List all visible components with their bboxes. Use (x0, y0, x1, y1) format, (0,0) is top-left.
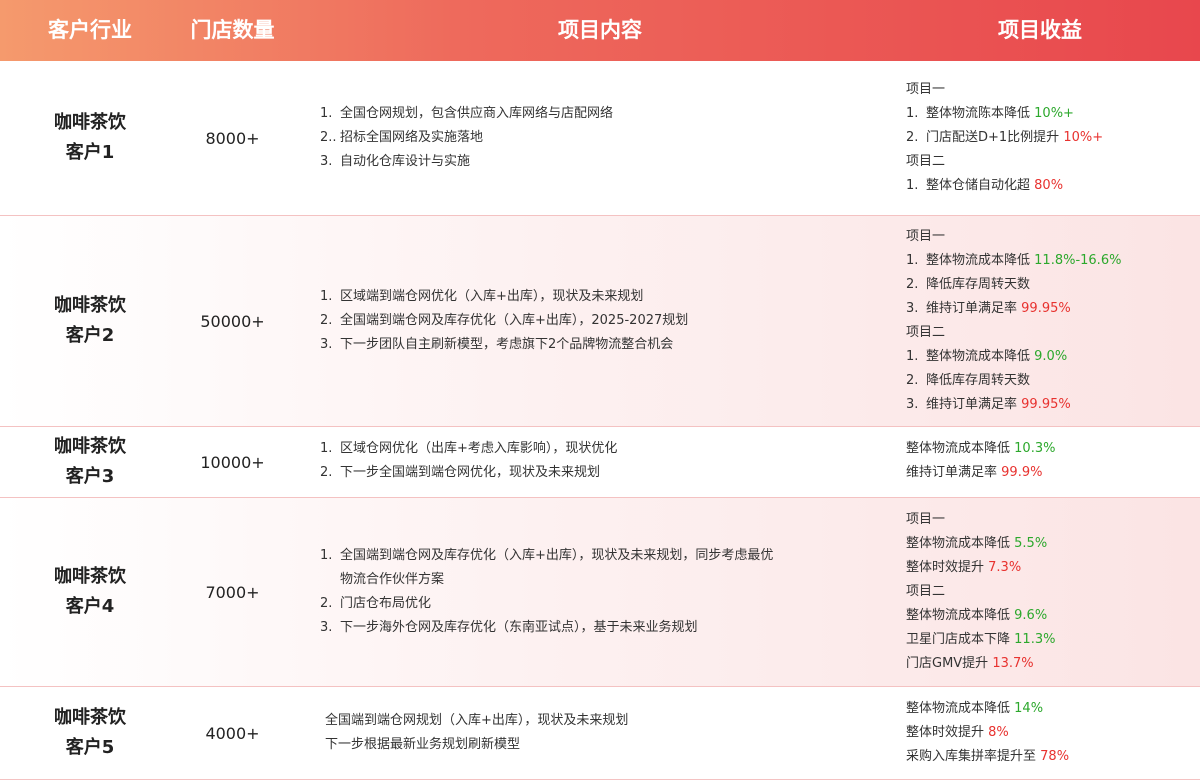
industry-cell: 咖啡茶饮客户3 (0, 427, 180, 497)
customer-label: 客户4 (65, 596, 115, 617)
benefit-item: 维持订单满足率 99.9% (906, 465, 1043, 480)
benefit-heading: 项目二 (906, 325, 946, 340)
benefit-value: 11.3% (1014, 632, 1056, 647)
content-item: 1. 区域端到端仓网优化（入库+出库），现状及未来规划 (320, 289, 644, 304)
content-item: 3. 下一步团队自主刷新模型，考虑旗下2个品牌物流整合机会 (320, 337, 674, 352)
benefit-value: 14% (1014, 701, 1044, 716)
project-benefit: 项目一 整体物流成本降低 5.5% 整体时效提升 7.3% 项目二 整体物流成本… (906, 498, 1196, 686)
benefit-item: 2. 降低库存周转天数 (906, 373, 1031, 388)
header-industry: 客户行业 (48, 18, 132, 42)
table-row: 咖啡茶饮客户1 8000+ 1. 全国仓网规划，包含供应商入库网络与店配网络 2.… (0, 61, 1200, 215)
benefit-item: 卫星门店成本下降 11.3% (906, 632, 1056, 647)
benefit-item: 2. 门店配送D+1比例提升 10%+ (906, 130, 1104, 145)
row-divider (0, 779, 1200, 780)
store-count: 8000+ (205, 128, 260, 148)
customer-label: 客户5 (65, 737, 115, 758)
project-benefit: 整体物流成本降低 14% 整体时效提升 8% 采购入库集拼率提升至 78% (906, 687, 1196, 779)
benefit-value: 10%+ (1063, 130, 1104, 145)
customer-label: 客户3 (65, 466, 115, 487)
benefit-value: 11.8%-16.6% (1034, 253, 1122, 268)
benefit-value: 99.95% (1021, 397, 1071, 412)
store-count: 10000+ (200, 452, 265, 472)
industry-cell: 咖啡茶饮客户2 (0, 216, 180, 426)
content-item: 3. 下一步海外仓网及库存优化（东南亚试点），基于未来业务规划 (320, 620, 698, 635)
benefit-item: 整体时效提升 7.3% (906, 560, 1022, 575)
benefit-item: 门店GMV提升 13.7% (906, 656, 1034, 671)
benefit-item: 3. 维持订单满足率 99.95% (906, 301, 1071, 316)
benefit-value: 99.95% (1021, 301, 1071, 316)
benefit-item: 1. 整体物流成本降低 9.0% (906, 349, 1068, 364)
benefit-value: 9.0% (1034, 349, 1068, 364)
benefit-item: 1. 整体仓储自动化超 80% (906, 178, 1064, 193)
industry-label: 咖啡茶饮 (54, 436, 126, 457)
industry-cell: 咖啡茶饮客户5 (0, 687, 180, 779)
table-row: 咖啡茶饮客户4 7000+ 1. 全国端到端仓网及库存优化（入库+出库），现状及未… (0, 498, 1200, 686)
benefit-heading: 项目一 (906, 82, 946, 97)
project-benefit: 整体物流成本降低 10.3% 维持订单满足率 99.9% (906, 427, 1196, 497)
industry-label: 咖啡茶饮 (54, 295, 126, 316)
benefit-item: 采购入库集拼率提升至 78% (906, 749, 1070, 764)
benefit-heading: 项目一 (906, 229, 946, 244)
benefit-value: 5.5% (1014, 536, 1048, 551)
benefit-item: 1. 整体物流陈本降低 10%+ (906, 106, 1074, 121)
benefit-item: 整体物流成本降低 5.5% (906, 536, 1048, 551)
industry-label: 咖啡茶饮 (54, 112, 126, 133)
content-item: 1. 全国端到端仓网及库存优化（入库+出库），现状及未来规划，同步考虑最优 (320, 548, 774, 563)
project-content: 1. 全国仓网规划，包含供应商入库网络与店配网络 2.. 招标全国网络及实施落地 3… (320, 61, 880, 215)
customer-label: 客户2 (65, 325, 115, 346)
store-count: 50000+ (200, 311, 265, 331)
industry-cell: 咖啡茶饮客户4 (0, 498, 180, 686)
benefit-value: 9.6% (1014, 608, 1048, 623)
benefit-value: 10.3% (1014, 441, 1056, 456)
benefit-item: 整体物流成本降低 14% (906, 701, 1044, 716)
benefit-heading: 项目一 (906, 512, 946, 527)
table-row: 咖啡茶饮客户2 50000+ 1. 区域端到端仓网优化（入库+出库），现状及未来规… (0, 216, 1200, 426)
content-item: 1. 全国仓网规划，包含供应商入库网络与店配网络 (320, 106, 614, 121)
header-content: 项目内容 (558, 18, 642, 42)
table-header: 客户行业 门店数量 项目内容 项目收益 (0, 0, 1200, 61)
benefit-heading: 项目二 (906, 584, 946, 599)
content-item: 2.. 招标全国网络及实施落地 (320, 130, 484, 145)
benefit-item: 1. 整体物流成本降低 11.8%-16.6% (906, 253, 1122, 268)
benefit-item: 2. 降低库存周转天数 (906, 277, 1031, 292)
industry-label: 咖啡茶饮 (54, 707, 126, 728)
store-count: 7000+ (205, 582, 260, 602)
project-content: 全国端到端仓网规划（入库+出库），现状及未来规划 下一步根据最新业务规划刷新模型 (325, 687, 885, 779)
benefit-value: 10%+ (1034, 106, 1074, 121)
benefit-value: 78% (1040, 749, 1070, 764)
benefit-value: 99.9% (1001, 465, 1043, 480)
store-count: 4000+ (205, 723, 260, 743)
benefit-item: 3. 维持订单满足率 99.95% (906, 397, 1071, 412)
benefit-value: 80% (1034, 178, 1064, 193)
industry-label: 咖啡茶饮 (54, 566, 126, 587)
header-benefit: 项目收益 (998, 18, 1082, 42)
table-row: 咖啡茶饮客户5 4000+ 全国端到端仓网规划（入库+出库），现状及未来规划 下… (0, 687, 1200, 779)
content-item: 全国端到端仓网规划（入库+出库），现状及未来规划 (325, 713, 629, 728)
project-content: 1. 区域仓网优化（出库+考虑入库影响），现状优化 2. 下一步全国端到端仓网优化，… (320, 427, 880, 497)
benefit-value: 7.3% (988, 560, 1022, 575)
customer-projects-table: 客户行业 门店数量 项目内容 项目收益 咖啡茶饮 客户1 8000+ 1. 全国仓网… (0, 0, 1200, 782)
benefit-item: 整体物流成本降低 9.6% (906, 608, 1048, 623)
content-item: 1. 区域仓网优化（出库+考虑入库影响），现状优化 (320, 441, 618, 456)
project-content: 1. 区域端到端仓网优化（入库+出库），现状及未来规划 2. 全国端到端仓网及库存优… (320, 216, 880, 426)
table-row: 咖啡茶饮客户3 10000+ 1. 区域仓网优化（出库+考虑入库影响），现状优化 … (0, 427, 1200, 497)
content-item: 2. 下一步全国端到端仓网优化，现状及未来规划 (320, 465, 601, 480)
content-item: 3. 自动化仓库设计与实施 (320, 154, 471, 169)
benefit-heading: 项目二 (906, 154, 946, 169)
content-item: 2. 门店仓布局优化 (320, 596, 432, 611)
content-item: 下一步根据最新业务规划刷新模型 (325, 737, 521, 752)
industry-cell: 咖啡茶饮客户1 (0, 61, 180, 215)
header-stores: 门店数量 (190, 18, 275, 42)
benefit-value: 13.7% (992, 656, 1034, 671)
benefit-value: 8% (988, 725, 1009, 740)
project-benefit: 项目一 1. 整体物流陈本降低 10%+ 2. 门店配送D+1比例提升 10%+ 项… (906, 61, 1196, 215)
content-item: 物流合作伙伴方案 (340, 572, 445, 587)
customer-label: 客户1 (65, 142, 115, 163)
benefit-item: 整体物流成本降低 10.3% (906, 441, 1056, 456)
project-content: 1. 全国端到端仓网及库存优化（入库+出库），现状及未来规划，同步考虑最优 物流合… (320, 498, 880, 686)
benefit-item: 整体时效提升 8% (906, 725, 1009, 740)
content-item: 2. 全国端到端仓网及库存优化（入库+出库），2025-2027规划 (320, 313, 689, 328)
project-benefit: 项目一 1. 整体物流成本降低 11.8%-16.6% 2. 降低库存周转天数 3.… (906, 216, 1196, 426)
